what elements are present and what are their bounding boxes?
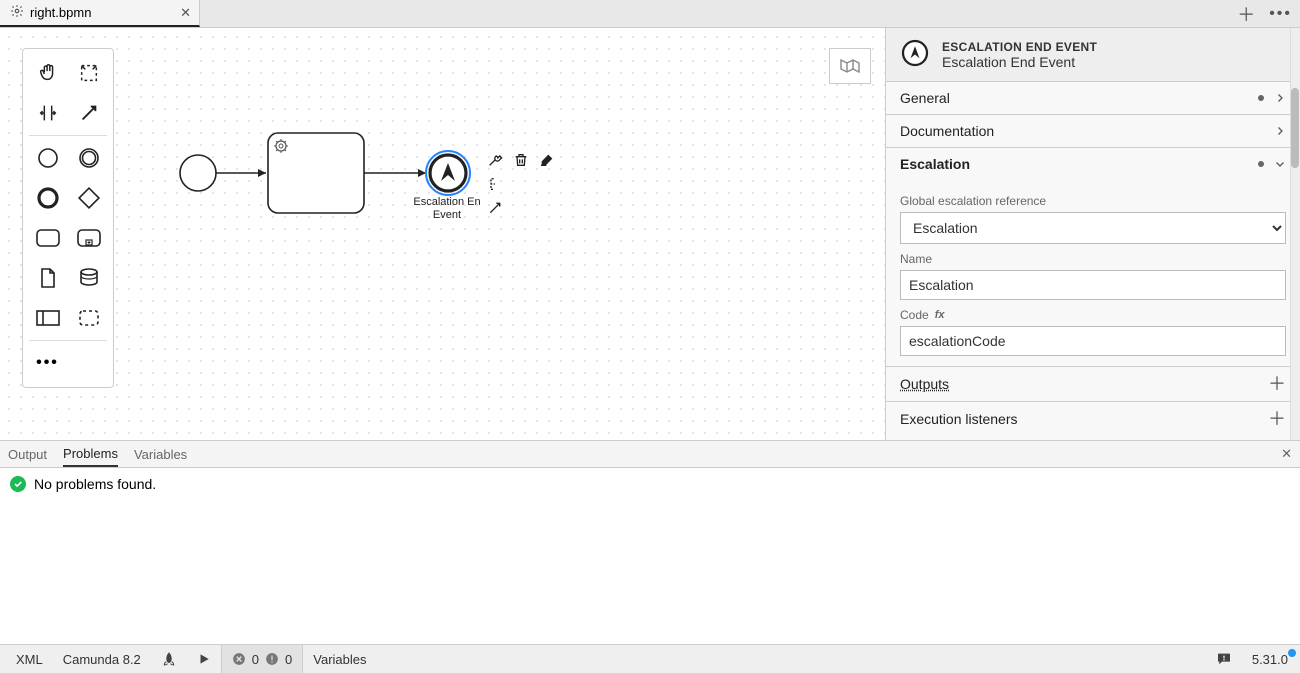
escalation-code-input[interactable]: [900, 326, 1286, 356]
gear-icon: [10, 4, 24, 21]
group-outputs[interactable]: Outputs ＋: [886, 366, 1300, 401]
add-output-button[interactable]: ＋: [1268, 375, 1286, 393]
context-connect-icon[interactable]: [485, 198, 505, 218]
tool-palette: •••: [22, 48, 114, 388]
connect-tool[interactable]: [72, 99, 106, 127]
close-tab-button[interactable]: ✕: [180, 5, 191, 21]
escalation-ref-label: Global escalation reference: [900, 194, 1286, 208]
escalation-ref-select[interactable]: Escalation: [900, 212, 1286, 244]
view-xml-button[interactable]: XML: [6, 645, 53, 673]
file-tab[interactable]: right.bpmn ✕: [0, 0, 200, 27]
group-execution-listeners[interactable]: Execution listeners ＋: [886, 401, 1300, 436]
create-end-event[interactable]: [31, 184, 65, 212]
end-event-label: Escalation En Event: [409, 196, 485, 222]
add-listener-button[interactable]: ＋: [1268, 410, 1286, 428]
escalation-event-icon: [900, 38, 930, 71]
bpmn-diagram: [170, 123, 510, 243]
create-group[interactable]: [72, 304, 106, 332]
create-start-event[interactable]: [31, 144, 65, 172]
lasso-tool[interactable]: [72, 59, 106, 87]
context-delete-icon[interactable]: [511, 150, 531, 170]
dot-indicator: [1258, 95, 1264, 101]
run-button[interactable]: [187, 645, 221, 673]
engine-selector[interactable]: Camunda 8.2: [53, 645, 151, 673]
create-data-store[interactable]: [72, 264, 106, 292]
create-subprocess[interactable]: [72, 224, 106, 252]
chevron-right-icon: [1274, 92, 1286, 104]
diagram-canvas[interactable]: •••: [0, 28, 885, 440]
tab-bar: right.bpmn ✕ ＋ •••: [0, 0, 1300, 28]
palette-more[interactable]: •••: [31, 349, 65, 377]
group-documentation[interactable]: Documentation: [886, 114, 1300, 147]
tab-problems[interactable]: Problems: [63, 442, 118, 467]
create-intermediate-event[interactable]: [72, 144, 106, 172]
problems-panel: No problems found.: [0, 468, 1300, 644]
create-gateway[interactable]: [72, 184, 106, 212]
group-general[interactable]: General: [886, 81, 1300, 114]
tab-output[interactable]: Output: [8, 443, 47, 466]
space-tool[interactable]: [31, 99, 65, 127]
properties-panel: ESCALATION END EVENT Escalation End Even…: [885, 28, 1300, 440]
properties-header: ESCALATION END EVENT Escalation End Even…: [886, 28, 1300, 81]
update-indicator-dot: [1288, 649, 1296, 657]
fx-icon: fx: [935, 309, 945, 321]
variables-status[interactable]: Variables: [303, 645, 376, 673]
lint-status[interactable]: 0 0: [221, 645, 303, 673]
escalation-name-label: Name: [900, 252, 1286, 266]
create-pool[interactable]: [31, 304, 65, 332]
escalation-code-label: Codefx: [900, 308, 1286, 322]
hand-tool[interactable]: [31, 59, 65, 87]
properties-scrollbar[interactable]: [1290, 28, 1300, 440]
context-annotation-icon[interactable]: [485, 174, 505, 194]
dot-indicator: [1258, 161, 1264, 167]
problems-message: No problems found.: [34, 476, 156, 492]
create-data-object[interactable]: [31, 264, 65, 292]
bottom-panel-tabs: Output Problems Variables ✕: [0, 440, 1300, 468]
minimap-toggle[interactable]: [829, 48, 871, 84]
feedback-button[interactable]: [1206, 645, 1242, 673]
status-bar: XML Camunda 8.2 0 0 Variables 5.31.0: [0, 644, 1300, 673]
tab-filename: right.bpmn: [30, 5, 91, 20]
create-task[interactable]: [31, 224, 65, 252]
properties-name-label: Escalation End Event: [942, 54, 1097, 70]
escalation-end-event-node[interactable]: [426, 151, 470, 195]
close-bottom-panel[interactable]: ✕: [1281, 446, 1292, 462]
deploy-button[interactable]: [151, 645, 187, 673]
group-escalation-body: Global escalation reference Escalation N…: [886, 180, 1300, 366]
chevron-right-icon: [1274, 125, 1286, 137]
tab-overflow-button[interactable]: •••: [1269, 5, 1292, 23]
chevron-down-icon: [1274, 158, 1286, 170]
check-circle-icon: [10, 476, 26, 492]
start-event-node[interactable]: [180, 155, 216, 191]
add-tab-button[interactable]: ＋: [1237, 1, 1255, 27]
group-escalation[interactable]: Escalation: [886, 147, 1300, 180]
properties-type-label: ESCALATION END EVENT: [942, 40, 1097, 54]
context-wrench-icon[interactable]: [485, 150, 505, 170]
escalation-name-input[interactable]: [900, 270, 1286, 300]
tab-variables[interactable]: Variables: [134, 443, 187, 466]
version-label[interactable]: 5.31.0: [1242, 645, 1294, 673]
context-color-icon[interactable]: [537, 150, 557, 170]
